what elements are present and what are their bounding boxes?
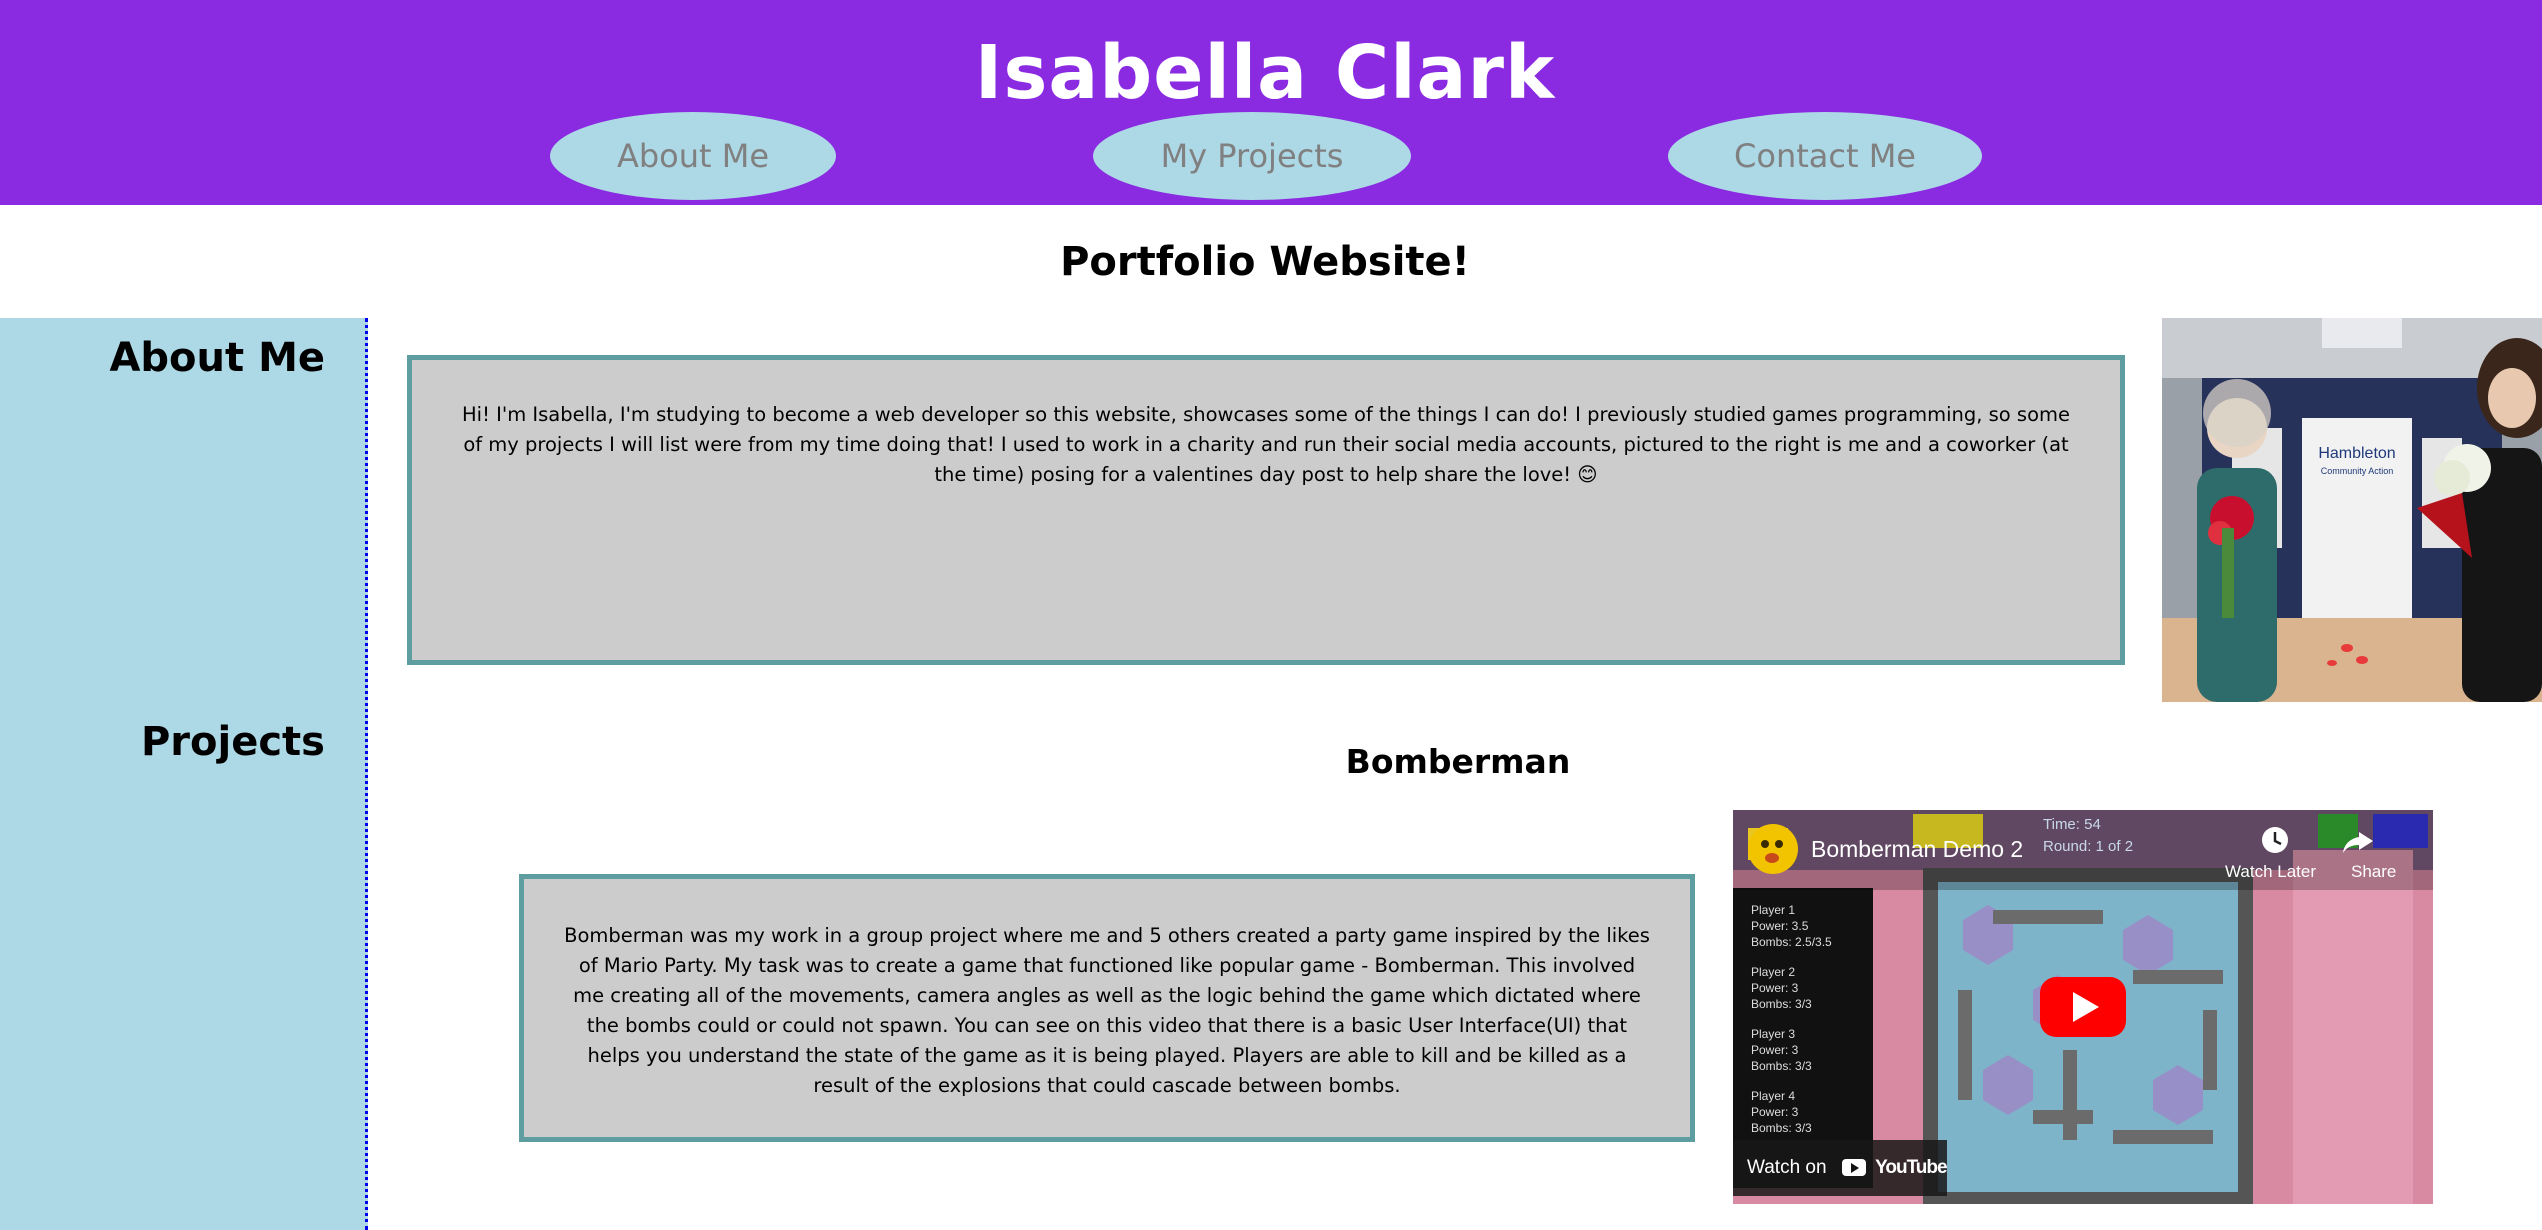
site-header: Isabella Clark About Me My Projects Cont… [0, 0, 2542, 205]
channel-avatar-icon [1748, 824, 1798, 874]
watch-later-icon [2262, 827, 2288, 853]
nav-contact-me[interactable]: Contact Me [1668, 112, 1982, 200]
youtube-logo-icon [1841, 1159, 1866, 1177]
sidebar: About Me Projects [0, 318, 368, 1230]
about-text-box: Hi! I'm Isabella, I'm studying to become… [407, 355, 2125, 665]
hud-time: Time: 54 [2043, 816, 2101, 833]
photo-sign-subtext: Community Action [2321, 466, 2394, 476]
photo-illustration: Hambleton Community Action [2162, 318, 2542, 702]
hud-player-1: Player 1 Power: 3.5 Bombs: 2.5/3.5 [1751, 903, 1832, 949]
project-description-box: Bomberman was my work in a group project… [519, 874, 1695, 1142]
sidebar-heading-projects: Projects [140, 719, 325, 765]
sidebar-heading-about: About Me [109, 335, 325, 381]
youtube-embed[interactable]: Bomberman Demo 2 Watch Later Share Time:… [1733, 810, 2433, 1204]
youtube-wordmark: YouTube [1875, 1157, 1947, 1178]
share-button[interactable]: Share [2351, 862, 2396, 882]
hud-player-2: Player 2 Power: 3 Bombs: 3/3 [1751, 965, 1812, 1011]
page-subtitle: Portfolio Website! [1060, 239, 1470, 285]
watch-on-youtube-button[interactable]: Watch on YouTube [1733, 1140, 1948, 1196]
about-paragraph: Hi! I'm Isabella, I'm studying to become… [462, 403, 2070, 486]
project-title: Bomberman [1345, 742, 1571, 781]
hud-player-4: Player 4 Power: 3 Bombs: 3/3 [1751, 1089, 1812, 1135]
hud-round: Round: 1 of 2 [2043, 838, 2134, 855]
nav-about-me[interactable]: About Me [550, 112, 836, 200]
about-photo: Hambleton Community Action [2162, 318, 2542, 702]
watch-later-button[interactable]: Watch Later [2225, 862, 2316, 882]
hud-player-3: Player 3 Power: 3 Bombs: 3/3 [1751, 1027, 1812, 1073]
photo-sign-text: Hambleton [2318, 445, 2395, 462]
video-title[interactable]: Bomberman Demo 2 [1811, 836, 2023, 863]
nav-my-projects[interactable]: My Projects [1093, 112, 1411, 200]
project-description: Bomberman was my work in a group project… [564, 924, 1650, 1097]
watch-on-label: Watch on [1747, 1157, 1827, 1178]
play-button-icon [2040, 977, 2126, 1037]
site-title: Isabella Clark [974, 30, 1556, 116]
